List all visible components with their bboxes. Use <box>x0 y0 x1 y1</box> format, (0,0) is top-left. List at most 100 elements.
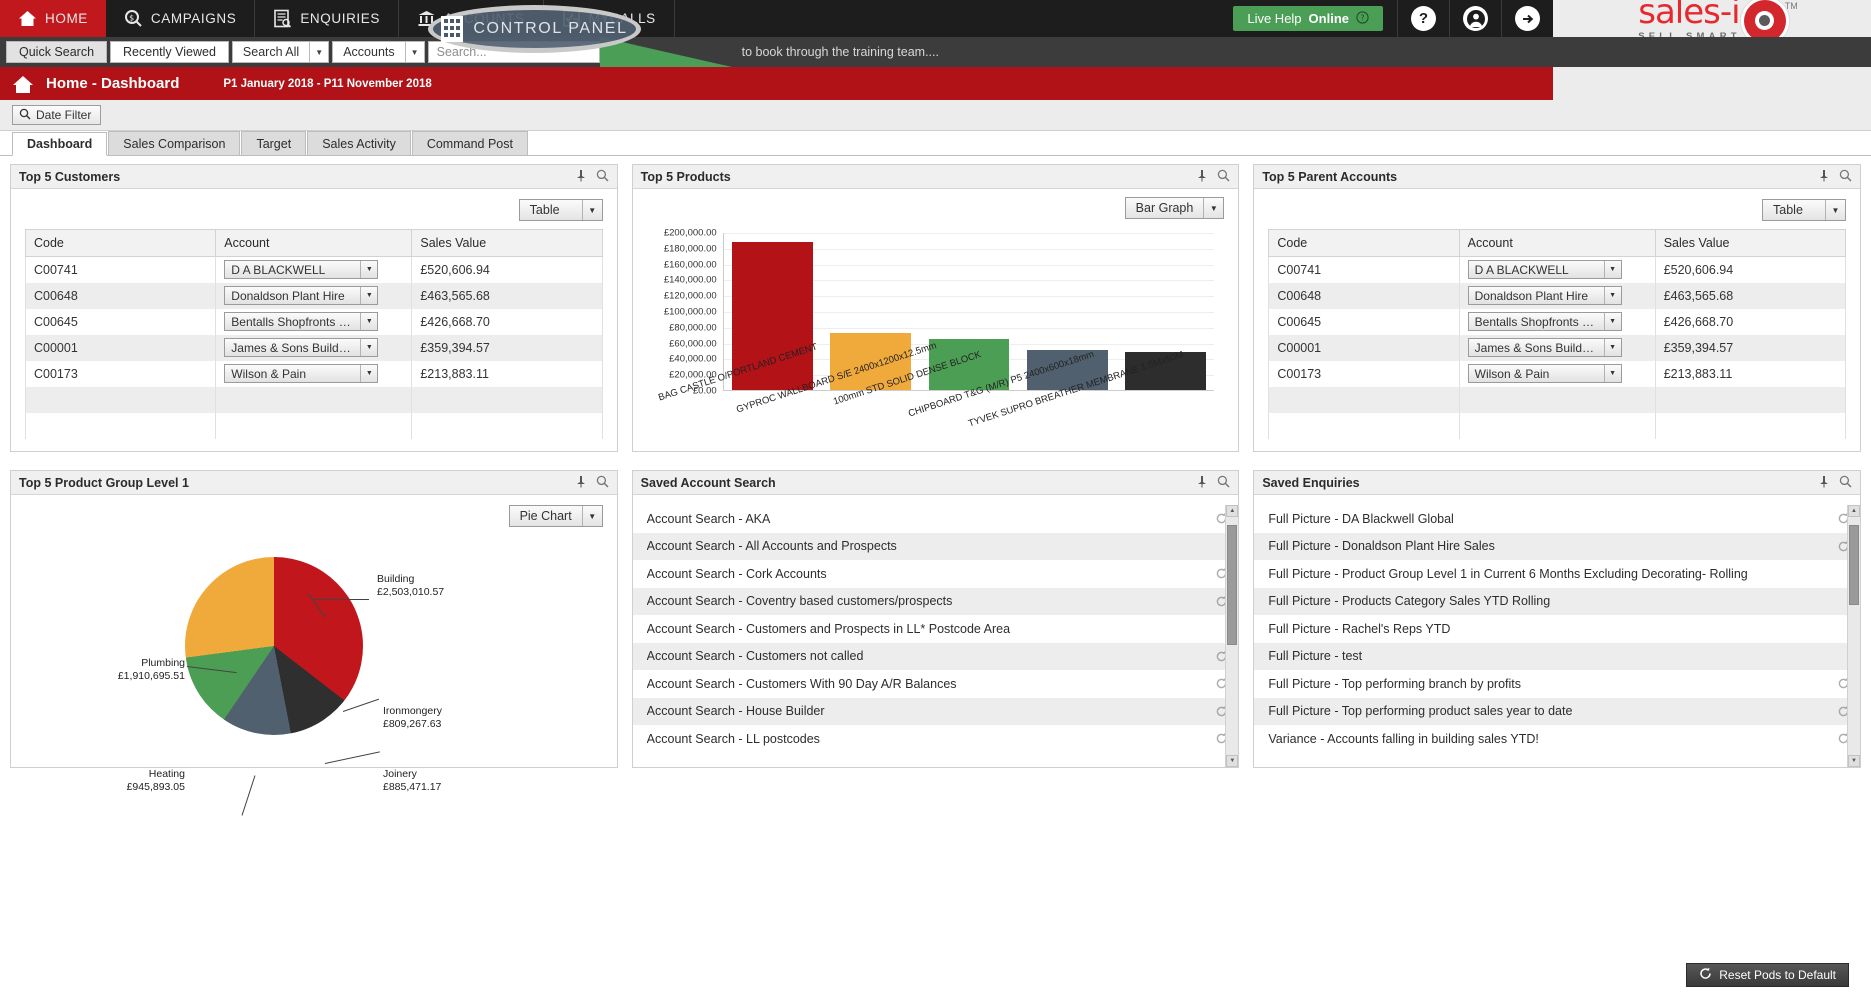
tab-target[interactable]: Target <box>241 131 307 155</box>
table-row[interactable]: C00648 Donaldson Plant Hire ▼ £463,565.68 <box>1268 282 1847 309</box>
search-scope-select[interactable]: Search All ▼ <box>231 41 330 63</box>
list-item[interactable]: Full Picture - Top performing branch by … <box>1254 670 1860 698</box>
list-item[interactable]: Account Search - All Accounts and Prospe… <box>632 532 1239 560</box>
list-item[interactable]: Account Search - Coventry based customer… <box>632 587 1239 615</box>
list-item[interactable]: Account Search - Customers and Prospects… <box>633 615 1239 643</box>
pod-search-icon[interactable] <box>1217 169 1230 185</box>
vertical-scrollbar[interactable]: ▲ ▼ <box>1847 505 1861 767</box>
search-submit-decoration[interactable] <box>599 37 732 67</box>
account-select[interactable]: Donaldson Plant Hire ▼ <box>224 286 379 305</box>
cell-sales-value: £213,883.11 <box>411 360 603 387</box>
scroll-down-arrow[interactable]: ▼ <box>1848 755 1861 767</box>
quick-search-tab[interactable]: Quick Search <box>6 41 108 63</box>
list-item[interactable]: Full Picture - Donaldson Plant Hire Sale… <box>1254 532 1861 560</box>
list-item[interactable]: Account Search - LL postcodes <box>633 725 1239 753</box>
list-item-label: Account Search - Customers With 90 Day A… <box>646 676 957 691</box>
pod-search-icon[interactable] <box>1217 475 1230 491</box>
list-item[interactable]: Full Picture - Products Category Sales Y… <box>1254 587 1861 615</box>
scrollbar-thumb[interactable] <box>1849 525 1860 605</box>
scrollbar-thumb[interactable] <box>1227 525 1238 645</box>
view-type-select[interactable]: Bar Graph ▼ <box>1124 197 1225 219</box>
logout-button[interactable] <box>1501 0 1553 37</box>
period-range: P1 January 2018 - P11 November 2018 <box>223 77 432 90</box>
tab-command-post[interactable]: Command Post <box>411 131 528 155</box>
saved-account-search-list: Account Search - AKA Account Search - All… <box>632 505 1239 753</box>
chevron-down-icon: ▼ <box>360 365 377 382</box>
pie-label-value: £945,893.05 <box>126 781 185 794</box>
list-item[interactable]: Full Picture - DA Blackwell Global <box>1254 505 1860 533</box>
account-value: D A BLACKWELL <box>231 262 326 277</box>
scroll-up-arrow[interactable]: ▲ <box>1848 505 1861 517</box>
home-icon[interactable] <box>8 74 38 94</box>
nav-item-accounts[interactable]: ACCOUNTS <box>399 0 544 37</box>
help-button[interactable]: ? <box>1397 0 1449 37</box>
scroll-down-arrow[interactable]: ▼ <box>1226 755 1239 767</box>
scroll-up-arrow[interactable]: ▲ <box>1226 505 1239 517</box>
view-type-select[interactable]: Table ▼ <box>1762 199 1847 221</box>
account-select[interactable]: Wilson & Pain ▼ <box>224 364 379 383</box>
list-item[interactable]: Account Search - House Builder <box>632 697 1239 725</box>
nav-item-enquiries[interactable]: ENQUIRIES <box>255 0 399 37</box>
pod-pin-icon[interactable] <box>1818 475 1830 491</box>
view-type-select[interactable]: Table ▼ <box>518 199 603 221</box>
table-row[interactable]: C00645 Bentalls Shopfronts LTD ▼ £426,668… <box>1268 308 1847 335</box>
pod-search-icon[interactable] <box>1839 169 1852 185</box>
table-row[interactable]: C00173 Wilson & Pain ▼ £213,883.11 <box>1268 360 1847 387</box>
pie-label-value: £809,267.63 <box>383 718 442 731</box>
account-select[interactable]: James & Sons Builders... ▼ <box>1467 338 1622 357</box>
account-select[interactable]: Bentalls Shopfronts LTD ▼ <box>1467 312 1622 331</box>
pod-pin-icon[interactable] <box>575 169 587 185</box>
pods-column-1: Top 5 Customers Table ▼ Code Account Sal… <box>10 164 618 816</box>
vertical-scrollbar[interactable]: ▲ ▼ <box>1225 505 1239 767</box>
nav-item-mycalls[interactable]: MYCALLS <box>544 0 675 37</box>
table-row[interactable]: C00645 Bentalls Shopfronts LTD ▼ £426,668… <box>24 308 603 335</box>
nav-item-home[interactable]: HOME <box>0 0 106 37</box>
user-account-button[interactable] <box>1449 0 1501 37</box>
column-header-sales-value: Sales Value <box>1654 229 1847 257</box>
recently-viewed-tab[interactable]: Recently Viewed <box>110 41 229 63</box>
reset-pods-button[interactable]: Reset Pods to Default <box>1686 963 1849 987</box>
pod-pin-icon[interactable] <box>1196 169 1208 185</box>
list-item[interactable]: Full Picture - Product Group Level 1 in … <box>1254 560 1860 588</box>
tab-dashboard[interactable]: Dashboard <box>12 132 108 156</box>
pod-pin-icon[interactable] <box>1818 169 1830 185</box>
table-row[interactable]: C00173 Wilson & Pain ▼ £213,883.11 <box>24 360 603 387</box>
account-select[interactable]: Wilson & Pain ▼ <box>1467 364 1622 383</box>
account-select[interactable]: James & Sons Builders... ▼ <box>224 338 379 357</box>
table-row[interactable]: C00001 James & Sons Builders... ▼ £359,39… <box>1268 334 1847 361</box>
list-item[interactable]: Variance - Accounts falling in building … <box>1254 725 1860 753</box>
table-row[interactable]: C00741 D A BLACKWELL ▼ £520,606.94 <box>1268 256 1847 283</box>
pod-header: Top 5 Products <box>632 165 1239 189</box>
pod-search-icon[interactable] <box>596 169 609 185</box>
account-select[interactable]: D A BLACKWELL ▼ <box>224 260 379 280</box>
table-row[interactable]: C00648 Donaldson Plant Hire ▼ £463,565.68 <box>24 282 603 309</box>
table-row[interactable]: C00741 D A BLACKWELL ▼ £520,606.94 <box>24 256 603 283</box>
list-item[interactable]: Full Picture - Rachel's Reps YTD <box>1254 615 1860 643</box>
pod-search-icon[interactable] <box>596 475 609 491</box>
list-item[interactable]: Account Search - Customers not called <box>632 642 1239 670</box>
account-select[interactable]: Bentalls Shopfronts LTD ▼ <box>224 312 379 331</box>
pie-slices[interactable] <box>185 557 363 735</box>
table-row[interactable]: C00001 James & Sons Builders... ▼ £359,39… <box>24 334 603 361</box>
chevron-down-icon: ▼ <box>360 313 377 330</box>
table-header-row: Code Account Sales Value <box>24 229 603 257</box>
pod-pin-icon[interactable] <box>575 475 587 491</box>
chevron-down-icon: ▼ <box>1603 339 1621 356</box>
tab-sales-activity[interactable]: Sales Activity <box>307 131 411 155</box>
list-item[interactable]: Full Picture - test <box>1254 642 1861 670</box>
live-help-button[interactable]: Live Help Online ? <box>1233 6 1383 31</box>
view-type-select[interactable]: Pie Chart ▼ <box>508 505 603 527</box>
date-filter-button[interactable]: Date Filter <box>12 105 102 125</box>
tab-sales-comparison[interactable]: Sales Comparison <box>108 131 241 155</box>
account-select[interactable]: Donaldson Plant Hire ▼ <box>1467 286 1622 305</box>
pod-pin-icon[interactable] <box>1196 475 1208 491</box>
list-item[interactable]: Full Picture - Top performing product sa… <box>1254 697 1861 725</box>
list-item[interactable]: Account Search - Cork Accounts <box>633 560 1239 588</box>
account-select[interactable]: D A BLACKWELL ▼ <box>1467 260 1622 280</box>
nav-item-campaigns[interactable]: $ CAMPAIGNS <box>106 0 256 37</box>
list-item[interactable]: Account Search - Customers With 90 Day A… <box>633 670 1239 698</box>
pod-search-icon[interactable] <box>1839 475 1852 491</box>
search-input[interactable]: Search... <box>427 41 600 63</box>
list-item[interactable]: Account Search - AKA <box>633 505 1239 533</box>
search-entity-select[interactable]: Accounts ▼ <box>332 41 425 63</box>
